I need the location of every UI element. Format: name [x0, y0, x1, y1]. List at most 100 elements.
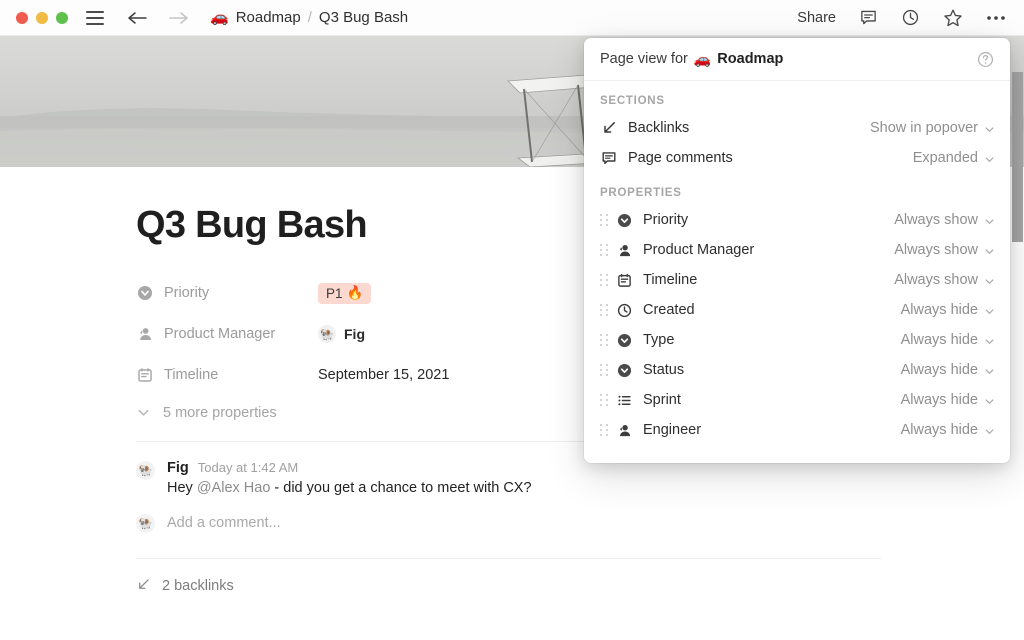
popover-header: Page view for 🚗 Roadmap: [584, 38, 1010, 81]
calendar-icon: [136, 367, 153, 384]
close-button[interactable]: [16, 11, 28, 24]
arrow-left-icon[interactable]: [126, 10, 148, 26]
select-icon: [616, 362, 633, 379]
badge-label: P1: [326, 285, 343, 301]
breadcrumb-parent[interactable]: Roadmap: [236, 9, 301, 26]
drag-handle-icon[interactable]: [600, 423, 609, 437]
section-value-backlinks[interactable]: Show in popover: [870, 120, 995, 136]
property-label: Priority: [643, 212, 689, 228]
person-icon: [616, 422, 633, 439]
property-label: Status: [643, 362, 685, 378]
property-label: Engineer: [643, 422, 702, 438]
section-row-page-comments[interactable]: Page comments Expanded: [584, 143, 1010, 173]
property-visibility-dropdown[interactable]: Always show: [894, 272, 995, 288]
hamburger-icon[interactable]: [86, 10, 104, 25]
mention-chip[interactable]: @Alex Hao: [197, 480, 271, 496]
breadcrumb-separator: /: [307, 9, 312, 26]
drag-handle-icon[interactable]: [600, 213, 609, 227]
more-properties-label: 5 more properties: [163, 404, 277, 421]
drag-handle-icon[interactable]: [600, 393, 609, 407]
comment-item: 🐏 Fig Today at 1:42 AM Hey @Alex Hao - d…: [136, 460, 1024, 496]
chevron-down-icon: [984, 245, 995, 256]
property-row-type[interactable]: Type Always hide: [584, 325, 1010, 355]
drag-handle-icon[interactable]: [600, 303, 609, 317]
property-value-priority[interactable]: P1 🔥: [318, 282, 372, 304]
chevron-down-icon: [984, 275, 995, 286]
property-visibility-value: Always show: [894, 242, 978, 258]
property-visibility-dropdown[interactable]: Always show: [894, 242, 995, 258]
drag-handle-icon[interactable]: [600, 273, 609, 287]
chevron-down-icon: [984, 425, 995, 436]
property-name-product-manager: Product Manager: [136, 326, 318, 343]
person-name: Fig: [344, 326, 365, 343]
drag-handle-icon[interactable]: [600, 243, 609, 257]
property-visibility-dropdown[interactable]: Always hide: [901, 302, 995, 318]
sections-list: Backlinks Show in popover Page comments …: [584, 113, 1010, 173]
divider: [136, 557, 881, 559]
share-button[interactable]: Share: [797, 10, 836, 26]
breadcrumb-current[interactable]: Q3 Bug Bash: [319, 9, 408, 26]
property-row-engineer[interactable]: Engineer Always hide: [584, 415, 1010, 445]
chevron-down-icon: [984, 365, 995, 376]
property-visibility-dropdown[interactable]: Always show: [894, 212, 995, 228]
clock-icon[interactable]: [901, 8, 920, 27]
scrollbar-track[interactable]: [1011, 36, 1024, 640]
avatar: 🐏: [136, 460, 155, 480]
property-visibility-value: Always show: [894, 272, 978, 288]
property-value-timeline[interactable]: September 15, 2021: [318, 367, 449, 383]
window-controls: [16, 11, 68, 24]
property-label: Product Manager: [164, 326, 276, 343]
property-visibility-dropdown[interactable]: Always hide: [901, 332, 995, 348]
avatar: 🐏: [318, 325, 336, 344]
navigation-arrows: [126, 10, 190, 26]
help-circle-icon[interactable]: [977, 51, 994, 68]
property-row-status[interactable]: Status Always hide: [584, 355, 1010, 385]
property-value-product-manager[interactable]: 🐏 Fig: [318, 325, 365, 344]
chevron-down-icon: [984, 335, 995, 346]
comment-header: Fig Today at 1:42 AM: [167, 460, 532, 476]
property-visibility-value: Always hide: [900, 362, 978, 378]
section-row-backlinks[interactable]: Backlinks Show in popover: [584, 113, 1010, 143]
property-row-created[interactable]: Created Always hide: [584, 295, 1010, 325]
date-text: September 15, 2021: [318, 367, 450, 384]
property-visibility-value: Always show: [894, 212, 978, 228]
drag-handle-icon[interactable]: [600, 333, 609, 347]
property-label: Created: [643, 302, 695, 318]
sections-heading: SECTIONS: [600, 95, 665, 107]
property-label: Timeline: [164, 367, 219, 384]
backlinks-summary[interactable]: 2 backlinks: [136, 577, 1024, 596]
property-row-product-manager[interactable]: Product Manager Always show: [584, 235, 1010, 265]
breadcrumb-emoji: 🚗: [210, 9, 229, 26]
property-row-timeline[interactable]: Timeline Always show: [584, 265, 1010, 295]
maximize-button[interactable]: [56, 11, 68, 24]
person-icon: [616, 242, 633, 259]
add-comment-row[interactable]: 🐏 Add a comment...: [136, 513, 1024, 533]
chevron-down-icon: [984, 305, 995, 316]
comment-icon[interactable]: [859, 8, 878, 27]
property-row-sprint[interactable]: Sprint Always hide: [584, 385, 1010, 415]
star-icon[interactable]: [943, 8, 963, 28]
property-row-priority[interactable]: Priority Always show: [584, 205, 1010, 235]
properties-heading: PROPERTIES: [600, 187, 682, 199]
property-visibility-dropdown[interactable]: Always hide: [901, 422, 995, 438]
popover-title-target: Roadmap: [717, 51, 784, 67]
select-icon: [616, 212, 633, 229]
app-window: 🚗 Roadmap / Q3 Bug Bash Share Q3 Bug Bas…: [0, 0, 1024, 640]
add-comment-input[interactable]: Add a comment...: [167, 515, 281, 531]
arrow-right-icon[interactable]: [168, 10, 190, 26]
section-value-page-comments[interactable]: Expanded: [913, 150, 995, 166]
calendar-icon: [616, 272, 633, 289]
chevron-down-icon: [984, 123, 995, 134]
popover-title-emoji: 🚗: [693, 50, 712, 67]
title-bar: 🚗 Roadmap / Q3 Bug Bash Share: [0, 0, 1024, 36]
scrollbar-thumb[interactable]: [1012, 72, 1023, 242]
minimize-button[interactable]: [36, 11, 48, 24]
chevron-down-icon: [136, 405, 151, 420]
property-name-priority: Priority: [136, 285, 318, 302]
property-visibility-dropdown[interactable]: Always hide: [901, 362, 995, 378]
property-visibility-dropdown[interactable]: Always hide: [901, 392, 995, 408]
person-icon: [136, 326, 153, 343]
drag-handle-icon[interactable]: [600, 363, 609, 377]
property-visibility-value: Always hide: [900, 332, 978, 348]
more-icon[interactable]: [986, 15, 1006, 21]
